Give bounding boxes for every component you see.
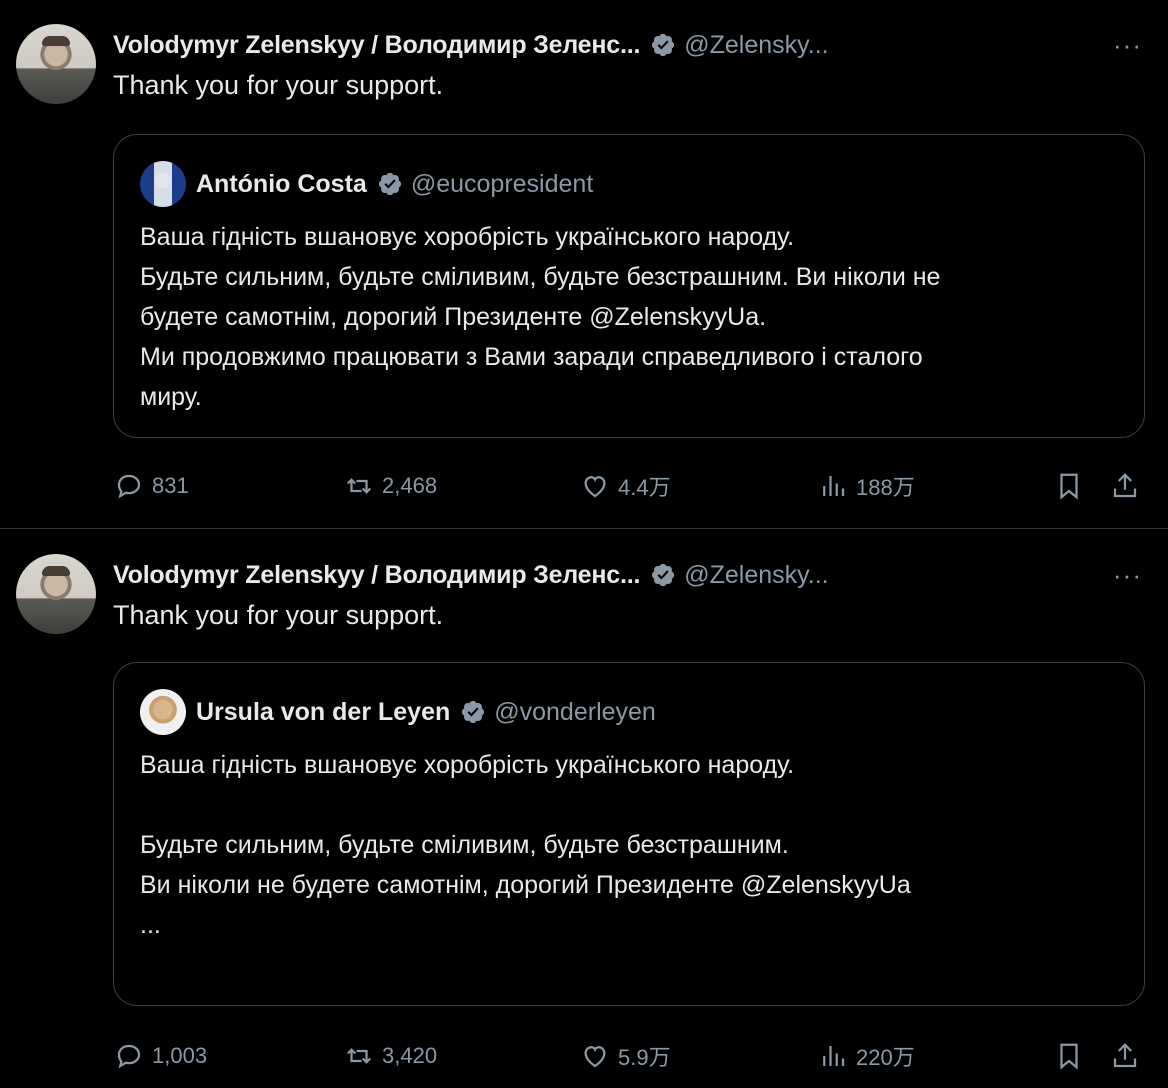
quoted-author-name: António Costa xyxy=(196,169,367,198)
verified-badge-icon xyxy=(652,33,675,57)
tweet[interactable]: Volodymyr Zelenskyy / Володимир Зеленс..… xyxy=(0,530,1168,1088)
like-button[interactable]: 5.9万 xyxy=(580,1036,671,1076)
reply-icon xyxy=(117,1044,141,1069)
tweet-header: Volodymyr Zelenskyy / Володимир Зеленс..… xyxy=(113,28,829,62)
quoted-tweet-header: Ursula von der Leyen @vonderleyen xyxy=(140,689,656,735)
like-icon xyxy=(584,476,606,498)
tweet-text: Thank you for your support. xyxy=(113,70,444,100)
quoted-text-line: Ви ніколи не будете самотнім, дорогий Пр… xyxy=(140,871,911,899)
quoted-author-avatar xyxy=(140,161,186,207)
share-icon xyxy=(1113,1043,1137,1068)
tweet[interactable]: Volodymyr Zelenskyy / Володимир Зеленс..… xyxy=(0,0,1168,528)
quoted-tweet-header: António Costa @eucopresident xyxy=(140,161,593,207)
quoted-author-avatar xyxy=(140,689,186,735)
quoted-author-handle: @eucopresident xyxy=(410,169,594,198)
like-button[interactable]: 4.4万 xyxy=(580,466,671,506)
retweet-count: 3,420 xyxy=(382,1043,438,1068)
quoted-text-line: миру. xyxy=(140,383,202,411)
quoted-author-name: Ursula von der Leyen xyxy=(196,697,451,726)
views-count: 188万 xyxy=(856,475,915,500)
action-bar: 831 2,468 4.4万 188万 xyxy=(114,466,1154,506)
like-count: 4.4万 xyxy=(618,475,671,500)
quoted-text-line: будете самотнім, дорогий Президенте @Zel… xyxy=(140,303,767,331)
quoted-text-line: Будьте сильним, будьте сміливим, будьте … xyxy=(140,831,789,859)
quoted-tweet[interactable]: António Costa @eucopresident Ваша гідніс… xyxy=(113,134,1145,438)
quoted-tweet-text: Ваша гідність вшановує хоробрість україн… xyxy=(140,745,1130,945)
bookmark-icon xyxy=(1060,473,1078,500)
reply-button[interactable]: 831 xyxy=(114,466,189,506)
quoted-author-handle: @vonderleyen xyxy=(494,697,656,726)
retweet-count: 2,468 xyxy=(382,473,438,498)
action-bar: 1,003 3,420 5.9万 220万 xyxy=(114,1036,1154,1076)
quoted-text-line xyxy=(140,785,1130,825)
retweet-button[interactable]: 3,420 xyxy=(344,1036,437,1076)
quoted-tweet-text: Ваша гідність вшановує хоробрість україн… xyxy=(140,217,1130,417)
verified-badge-icon xyxy=(462,700,485,724)
share-button[interactable] xyxy=(1110,1036,1140,1076)
views-button[interactable]: 188万 xyxy=(818,466,915,506)
bookmark-button[interactable] xyxy=(1054,1036,1084,1076)
share-button[interactable] xyxy=(1110,466,1140,506)
quoted-tweet[interactable]: Ursula von der Leyen @vonderleyen Ваша г… xyxy=(113,662,1145,1006)
quoted-text-line: Ваша гідність вшановує хоробрість україн… xyxy=(140,223,795,251)
tweet-text: Thank you for your support. xyxy=(113,600,444,630)
author-name[interactable]: Volodymyr Zelenskyy / Володимир Зеленс..… xyxy=(113,561,640,590)
like-count: 5.9万 xyxy=(618,1045,671,1070)
author-handle[interactable]: @Zelensky... xyxy=(684,31,828,60)
author-handle[interactable]: @Zelensky... xyxy=(684,561,828,590)
quoted-text-line: ... xyxy=(140,911,161,939)
reply-count: 831 xyxy=(152,473,189,498)
more-icon[interactable]: ··· xyxy=(1113,560,1142,591)
views-icon xyxy=(823,476,845,496)
tweet-header: Volodymyr Zelenskyy / Володимир Зеленс..… xyxy=(113,558,829,592)
retweet-icon xyxy=(346,478,372,494)
bookmark-icon xyxy=(1060,1043,1078,1070)
more-icon[interactable]: ··· xyxy=(1113,30,1142,61)
verified-badge-icon xyxy=(378,172,401,196)
views-icon xyxy=(823,1046,845,1066)
share-icon xyxy=(1113,473,1137,498)
quoted-text-line: Будьте сильним, будьте сміливим, будьте … xyxy=(140,263,941,291)
like-icon xyxy=(584,1046,606,1068)
retweet-icon xyxy=(346,1048,372,1064)
reply-count: 1,003 xyxy=(152,1043,208,1068)
quoted-text-line: Ми продовжимо працювати з Вами заради сп… xyxy=(140,343,923,371)
reply-button[interactable]: 1,003 xyxy=(114,1036,207,1076)
views-button[interactable]: 220万 xyxy=(818,1036,915,1076)
reply-icon xyxy=(117,474,141,499)
quoted-text-line: Ваша гідність вшановує хоробрість україн… xyxy=(140,751,795,779)
tweet-divider xyxy=(0,528,1168,529)
author-avatar[interactable] xyxy=(16,554,96,634)
verified-badge-icon xyxy=(652,563,675,587)
author-name[interactable]: Volodymyr Zelenskyy / Володимир Зеленс..… xyxy=(113,31,640,60)
retweet-button[interactable]: 2,468 xyxy=(344,466,437,506)
bookmark-button[interactable] xyxy=(1054,466,1084,506)
author-avatar[interactable] xyxy=(16,24,96,104)
views-count: 220万 xyxy=(856,1045,915,1070)
